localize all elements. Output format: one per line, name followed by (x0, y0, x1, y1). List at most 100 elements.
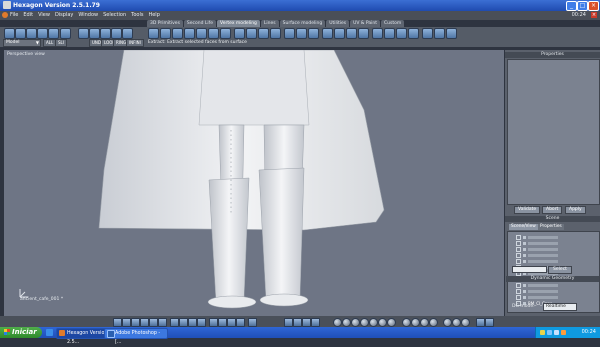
smooth-icon[interactable] (208, 28, 219, 39)
help-icon[interactable] (429, 318, 438, 327)
auto-mode-icon[interactable] (122, 28, 133, 39)
app-close-button[interactable]: × (591, 12, 597, 18)
extract-icon[interactable] (160, 28, 171, 39)
tube-icon[interactable] (358, 28, 369, 39)
history-icon[interactable] (461, 318, 470, 327)
select-arrow-icon[interactable] (4, 28, 15, 39)
scene-row[interactable] (516, 294, 558, 300)
render-textured-icon[interactable] (227, 318, 236, 327)
menu-file[interactable]: File (10, 12, 18, 18)
weld-icon[interactable] (220, 28, 231, 39)
scene-row[interactable] (516, 240, 558, 246)
layout-1-icon[interactable] (170, 318, 179, 327)
taper-icon[interactable] (408, 28, 419, 39)
scene-row[interactable] (516, 258, 558, 264)
inset-icon[interactable] (172, 28, 183, 39)
edge-mode-icon[interactable] (89, 28, 100, 39)
abort-button[interactable]: Abort (542, 206, 563, 214)
menu-window[interactable]: Window (78, 12, 98, 18)
pan-icon[interactable] (342, 318, 351, 327)
universal-manipulator-icon[interactable] (311, 318, 320, 327)
view-side-icon[interactable] (149, 318, 158, 327)
validate-button[interactable]: Validate (514, 206, 541, 214)
scene-row[interactable] (516, 288, 558, 294)
bend-icon[interactable] (396, 28, 407, 39)
render-full-icon[interactable] (236, 318, 245, 327)
snap-icon[interactable] (122, 318, 131, 327)
play-icon[interactable] (485, 318, 494, 327)
minimize-button[interactable]: _ (566, 1, 577, 11)
view-front-icon[interactable] (140, 318, 149, 327)
slice-icon[interactable] (246, 28, 257, 39)
mirror-icon[interactable] (308, 28, 319, 39)
sun-icon[interactable] (378, 318, 387, 327)
sphere-icon[interactable] (48, 28, 59, 39)
extrude-icon[interactable] (148, 28, 159, 39)
scale-icon[interactable] (302, 318, 311, 327)
menu-edit[interactable]: Edit (23, 12, 33, 18)
brush-icon[interactable] (37, 28, 48, 39)
grid-icon[interactable] (113, 318, 122, 327)
clone-icon[interactable] (434, 28, 445, 39)
orbit-icon[interactable] (351, 318, 360, 327)
frame-icon[interactable] (360, 318, 369, 327)
maximize-button[interactable]: □ (577, 1, 588, 11)
tab-lines[interactable]: Lines (260, 20, 279, 27)
lasso-icon[interactable] (15, 28, 26, 39)
chamfer-icon[interactable] (196, 28, 207, 39)
tab-scene-view[interactable]: Scene/View (509, 224, 538, 230)
rotate-icon[interactable] (293, 318, 302, 327)
scene-row[interactable] (516, 234, 558, 240)
scene-row[interactable] (516, 282, 558, 288)
render-wire-icon[interactable] (209, 318, 218, 327)
layout-3-icon[interactable] (188, 318, 197, 327)
menu-display[interactable]: Display (55, 12, 73, 18)
deform-icon[interactable] (372, 28, 383, 39)
task-photoshop[interactable]: Adobe Photoshop - [... (104, 328, 168, 345)
tray-icon[interactable] (540, 330, 545, 335)
apply-button[interactable]: Apply (565, 206, 586, 214)
infini-button[interactable]: INFINI (126, 39, 144, 47)
tab-scene-properties[interactable]: Properties (538, 224, 564, 230)
layout-4-icon[interactable] (197, 318, 206, 327)
menu-help[interactable]: Help (148, 12, 159, 18)
select-input[interactable] (512, 266, 547, 273)
subdivide-icon[interactable] (322, 28, 333, 39)
scene-row[interactable] (516, 246, 558, 252)
boolean-icon[interactable] (422, 28, 433, 39)
scene-row[interactable] (516, 252, 558, 258)
object-mode-icon[interactable] (111, 28, 122, 39)
paint-select-icon[interactable] (26, 28, 37, 39)
menu-view[interactable]: View (38, 12, 50, 18)
tab-custom[interactable]: Custom (381, 20, 405, 27)
undo-icon[interactable] (443, 318, 452, 327)
bevel-icon[interactable] (184, 28, 195, 39)
volume-icon[interactable] (554, 330, 559, 335)
sli-button[interactable]: SLI (55, 39, 67, 47)
view-top-icon[interactable] (131, 318, 140, 327)
camera-icon[interactable] (369, 318, 378, 327)
cut-icon[interactable] (234, 28, 245, 39)
preview-icon[interactable] (411, 318, 420, 327)
redo-icon[interactable] (452, 318, 461, 327)
tab-surface-modeling[interactable]: Surface modeling (279, 20, 326, 27)
start-button[interactable]: Iniciar (0, 327, 42, 338)
align-icon[interactable] (446, 28, 457, 39)
move-icon[interactable] (284, 318, 293, 327)
shell-icon[interactable] (334, 28, 345, 39)
close-button[interactable]: × (588, 1, 599, 11)
render-shaded-icon[interactable] (218, 318, 227, 327)
mode-select[interactable]: Model ▼ (3, 39, 41, 47)
tab-vertex-modeling[interactable]: Vertex modeling (217, 20, 260, 27)
lathe-icon[interactable] (346, 28, 357, 39)
tab-utilities[interactable]: Utilities (326, 20, 350, 27)
update-icon[interactable] (561, 330, 566, 335)
tab-second-life[interactable]: Second Life (183, 20, 217, 27)
tessellate-icon[interactable] (258, 28, 269, 39)
face-mode-icon[interactable] (100, 28, 111, 39)
render-icon[interactable] (402, 318, 411, 327)
fill-hole-icon[interactable] (296, 28, 307, 39)
layout-2-icon[interactable] (179, 318, 188, 327)
vertex-mode-icon[interactable] (78, 28, 89, 39)
twist-icon[interactable] (384, 28, 395, 39)
